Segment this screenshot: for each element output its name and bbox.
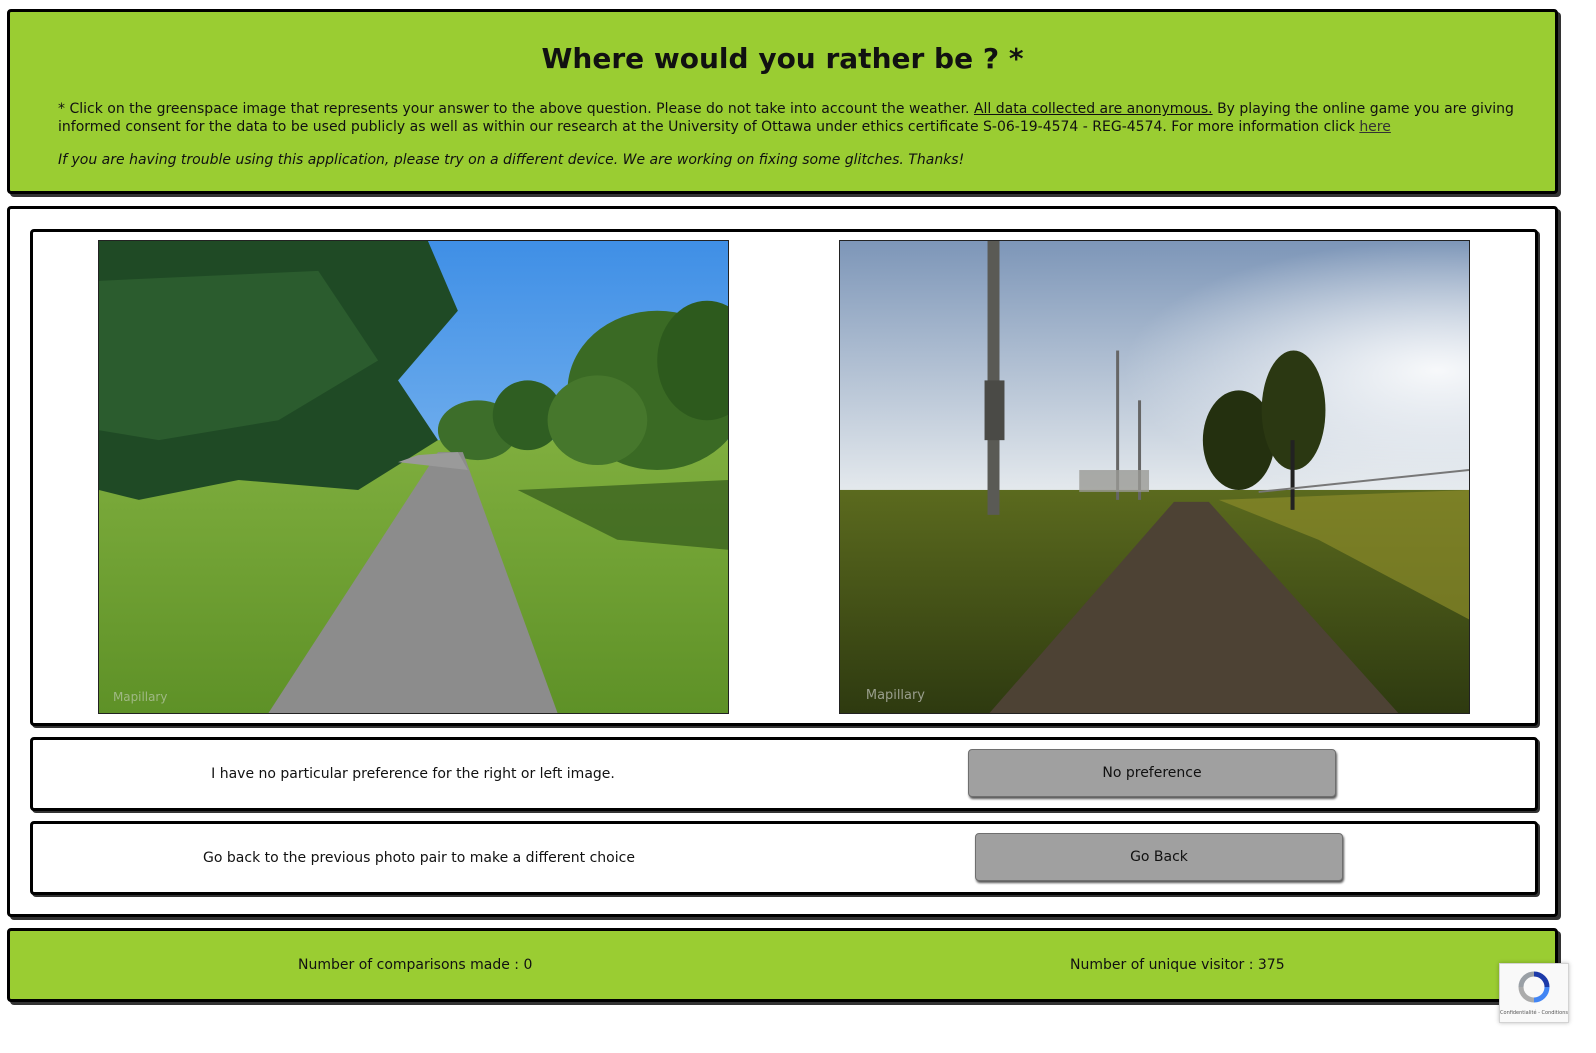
no-preference-button[interactable]: No preference	[968, 749, 1336, 797]
unique-visitors-count: Number of unique visitor : 375	[1070, 957, 1285, 973]
right-greenspace-image[interactable]: Mapillary	[839, 240, 1470, 714]
header-panel: Where would you rather be ? * * Click on…	[7, 9, 1558, 194]
go-back-row: Go back to the previous photo pair to ma…	[30, 821, 1538, 895]
go-back-button[interactable]: Go Back	[975, 833, 1343, 881]
right-photo-graphic: Mapillary	[840, 241, 1469, 713]
left-greenspace-image[interactable]: Mapillary	[98, 240, 729, 714]
recaptcha-icon	[1518, 971, 1550, 1003]
anonymous-link[interactable]: All data collected are anonymous.	[974, 101, 1213, 117]
instructions: * Click on the greenspace image that rep…	[58, 100, 1533, 136]
recaptcha-links[interactable]: Confidentialité - Conditions	[1500, 1010, 1568, 1016]
trouble-note: If you are having trouble using this app…	[58, 152, 965, 168]
comparisons-count: Number of comparisons made : 0	[298, 957, 533, 973]
left-watermark: Mapillary	[113, 690, 167, 704]
main-panel: Mapillary Mapillary I have no particular…	[7, 206, 1558, 917]
left-photo-graphic: Mapillary	[99, 241, 728, 713]
go-back-text: Go back to the previous photo pair to ma…	[203, 850, 635, 866]
right-watermark: Mapillary	[866, 688, 925, 703]
footer-panel: Number of comparisons made : 0 Number of…	[7, 928, 1558, 1002]
image-pair-box: Mapillary Mapillary	[30, 229, 1538, 726]
instructions-text: * Click on the greenspace image that rep…	[58, 101, 970, 117]
recaptcha-badge[interactable]: Confidentialité - Conditions	[1499, 963, 1569, 1023]
no-preference-row: I have no particular preference for the …	[30, 737, 1538, 811]
no-preference-text: I have no particular preference for the …	[211, 766, 615, 782]
more-info-link[interactable]: here	[1359, 119, 1391, 135]
page-title: Where would you rather be ? *	[541, 42, 1024, 75]
